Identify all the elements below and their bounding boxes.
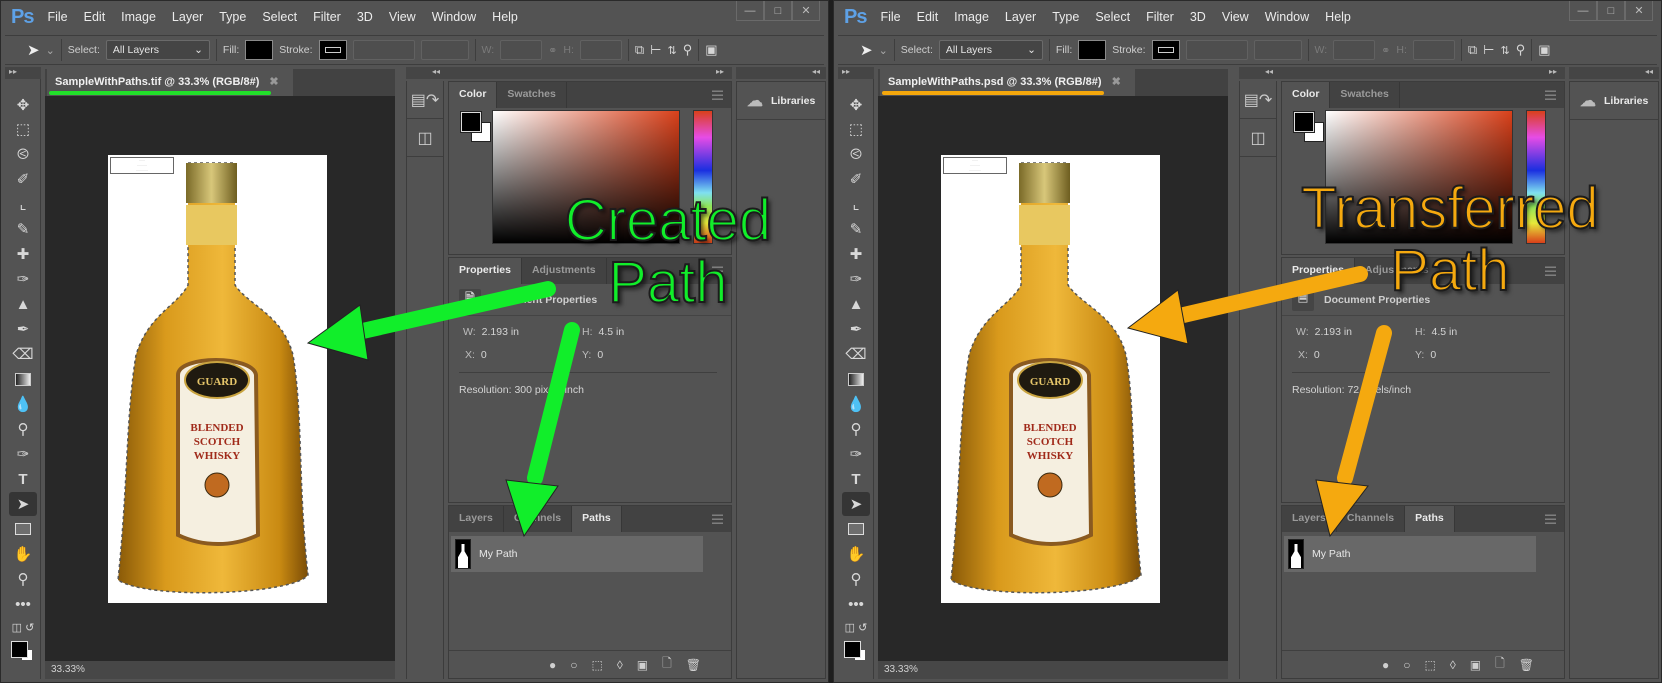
foreground-color[interactable] <box>1293 111 1315 133</box>
foreground-color[interactable] <box>460 111 482 133</box>
transferred-arrows <box>1126 266 1392 538</box>
callout-created: Created Path <box>548 188 788 315</box>
callout-line-1: Transferred <box>1300 176 1600 241</box>
arrowhead-bottle-left <box>306 304 369 361</box>
created-arrows <box>306 281 580 538</box>
callout-line-2: Path <box>607 250 728 315</box>
arrow-to-paths-right <box>1337 325 1392 486</box>
callout-line-1: Created <box>564 188 772 253</box>
arrow-to-paths-left <box>527 322 580 486</box>
foreground-color-swatch[interactable] <box>11 641 28 658</box>
foreground-color-swatch[interactable] <box>844 641 861 658</box>
arrowhead-paths-right <box>1315 479 1369 538</box>
callout-transferred: Transferred Path <box>1280 176 1620 303</box>
annotation-arrows <box>306 266 1392 538</box>
arrowhead-paths-left <box>505 479 559 538</box>
arrow-to-bottle-left <box>337 281 556 343</box>
callout-line-2: Path <box>1389 238 1510 303</box>
arrowhead-bottle-right <box>1126 289 1189 345</box>
